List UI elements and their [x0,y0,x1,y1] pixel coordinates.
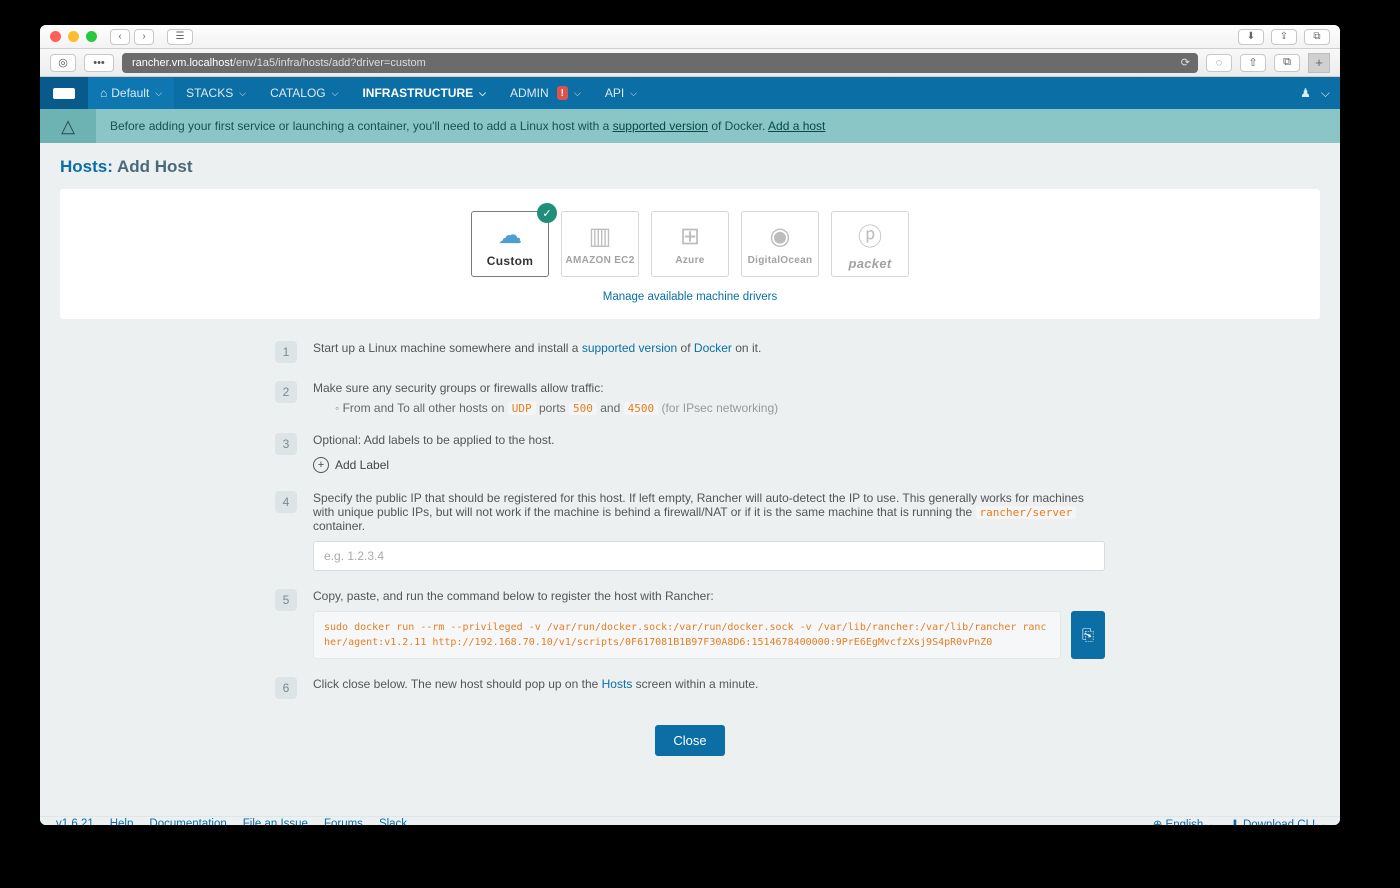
step-number-6: 6 [275,677,297,699]
info-banner: △ Before adding your first service or la… [40,109,1340,143]
driver-custom[interactable]: ✓ ☁ Custom [471,211,549,277]
port-500: 500 [569,402,597,415]
footer-forums[interactable]: Forums [324,818,363,825]
step-number-2: 2 [275,381,297,403]
page-title: Hosts: Add Host [60,157,1320,177]
step-number-1: 1 [275,341,297,363]
packet-icon: ⓟ [858,217,882,252]
download-cli-dropdown[interactable]: Download CLI [1230,817,1324,825]
register-command-box[interactable]: sudo docker run --rm --privileged -v /va… [313,611,1061,659]
digitalocean-icon: ◉ [770,222,791,251]
window-zoom-dot[interactable] [86,31,97,42]
site-settings-button[interactable]: ••• [84,54,114,72]
driver-amazon-ec2[interactable]: ▥ AMAZON EC2 [561,211,639,277]
docker-link[interactable]: Docker [694,341,732,355]
url-host: rancher.vm.localhost [132,57,233,69]
footer-help[interactable]: Help [110,818,134,825]
nav-api[interactable]: API [593,77,649,109]
azure-icon: ⊞ [680,222,700,251]
cloud-upload-icon: ☁ [498,221,522,250]
url-field[interactable]: rancher.vm.localhost/env/1a5/infra/hosts… [122,53,1198,73]
step-number-4: 4 [275,491,297,513]
step-1: 1 Start up a Linux machine somewhere and… [275,341,1105,363]
driver-packet[interactable]: ⓟ packet [831,211,909,277]
manage-drivers-link[interactable]: Manage available machine drivers [603,291,778,303]
footer-issue[interactable]: File an Issue [243,818,308,825]
driver-azure[interactable]: ⊞ Azure [651,211,729,277]
window-close-dot[interactable] [50,31,61,42]
add-label-button[interactable]: + Add Label [313,457,1105,473]
step-5: 5 Copy, paste, and run the command below… [275,589,1105,659]
browser-back-button[interactable]: ‹ [110,29,130,45]
page-body: Hosts: Add Host ✓ ☁ Custom ▥ AMAZON EC2 … [40,143,1340,825]
browser-window: ‹ › ☰ ⬇ ⇪ ⧉ ◎ ••• rancher.vm.localhost/e… [40,25,1340,825]
footer-slack[interactable]: Slack [379,818,407,825]
proto-udp: UDP [508,402,536,415]
public-ip-input[interactable] [313,541,1105,571]
copy-command-button[interactable]: ⎘ [1071,611,1105,659]
step-2-sub: From and To all other hosts on UDP ports… [313,401,1105,415]
add-host-link[interactable]: Add a host [768,119,825,133]
share-button[interactable]: ⇪ [1271,29,1297,45]
supported-version-link[interactable]: supported version [613,119,708,133]
window-minimize-dot[interactable] [68,31,79,42]
port-4500: 4500 [624,402,659,415]
step-3: 3 Optional: Add labels to be applied to … [275,433,1105,473]
footer-docs[interactable]: Documentation [149,818,226,825]
nav-catalog[interactable]: CATALOG [258,77,350,109]
step-6: 6 Click close below. The new host should… [275,677,1105,699]
app-navbar: ⌂ Default STACKS CATALOG INFRASTRUCTURE … [40,77,1340,109]
mac-titlebar: ‹ › ☰ ⬇ ⇪ ⧉ [40,25,1340,49]
driver-digitalocean[interactable]: ◉ DigitalOcean [741,211,819,277]
step-4: 4 Specify the public IP that should be r… [275,491,1105,571]
close-button[interactable]: Close [655,725,724,756]
driver-panel: ✓ ☁ Custom ▥ AMAZON EC2 ⊞ Azure ◉ Digi [60,189,1320,319]
admin-alert-badge: ! [557,86,568,100]
shield-icon-button[interactable]: ◎ [50,54,76,72]
environment-label: Default [111,86,149,100]
user-icon[interactable]: ♟ [1300,86,1311,100]
browser-forward-button[interactable]: › [134,29,154,45]
rancher-server-code: rancher/server [976,506,1077,519]
step-number-5: 5 [275,589,297,611]
footer: v1.6.21 Help Documentation File an Issue… [40,816,1340,825]
reader-button[interactable]: ◌ [1206,54,1232,72]
banner-text: Before adding your first service or laun… [96,109,839,143]
url-path: /env/1a5/infra/hosts/add?driver=custom [233,57,426,69]
hosts-link[interactable]: Hosts [602,677,633,691]
nav-stacks[interactable]: STACKS [174,77,258,109]
nav-infrastructure[interactable]: INFRASTRUCTURE [350,77,498,109]
copies-button[interactable]: ⧉ [1274,54,1300,72]
share2-button[interactable]: ⇧ [1240,54,1266,72]
sidebar-toggle-button[interactable]: ☰ [167,29,193,45]
steps-container: 1 Start up a Linux machine somewhere and… [275,341,1105,699]
warning-icon: △ [40,109,96,143]
downloads-button[interactable]: ⬇ [1238,29,1264,45]
reload-icon[interactable]: ⟳ [1181,56,1190,69]
nav-admin[interactable]: ADMIN! [498,77,593,109]
plus-icon: + [313,457,329,473]
browser-toolbar: ◎ ••• rancher.vm.localhost/env/1a5/infra… [40,49,1340,77]
step-number-3: 3 [275,433,297,455]
selected-check-icon: ✓ [537,203,557,223]
step-2: 2 Make sure any security groups or firew… [275,381,1105,415]
supported-version-link-2[interactable]: supported version [582,341,677,355]
new-tab-button[interactable]: + [1308,53,1330,73]
user-menu-caret-icon[interactable]: ⌵ [1321,86,1330,101]
language-dropdown[interactable]: English [1153,817,1212,825]
tabs-button[interactable]: ⧉ [1304,29,1330,45]
footer-version[interactable]: v1.6.21 [56,818,94,825]
breadcrumb-hosts[interactable]: Hosts: [60,157,113,176]
environment-dropdown[interactable]: ⌂ Default [88,77,174,109]
amazon-ec2-icon: ▥ [589,222,612,251]
rancher-logo[interactable] [40,77,88,109]
